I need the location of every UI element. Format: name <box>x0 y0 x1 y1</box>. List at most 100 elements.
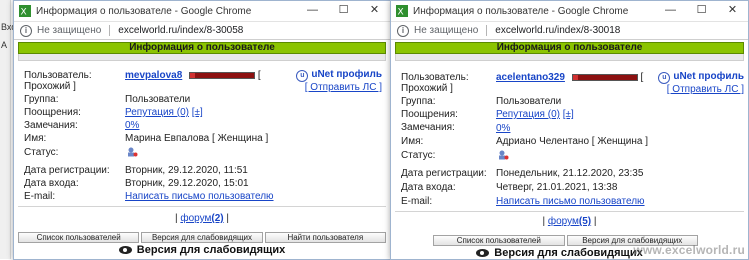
label-email: E-mail: <box>401 196 433 207</box>
low-vision-label: Версия для слабовидящих <box>494 247 643 259</box>
reputation-change-link[interactable]: [±] <box>563 109 574 120</box>
divider <box>395 211 744 212</box>
name-value: Марина Евпалова [ Женщина ] <box>125 133 269 144</box>
send-pm-link[interactable]: [ Отправить ЛС ] <box>667 84 744 95</box>
label-group: Группа: <box>401 96 436 107</box>
popup-window-1: X Информация о пользователе - Google Chr… <box>13 0 391 260</box>
label-user: Пользователь: <box>401 72 469 83</box>
close-button[interactable]: ✕ <box>359 1 390 21</box>
window-title: Информация о пользователе - Google Chrom… <box>413 5 629 17</box>
forum-count: (2) <box>211 213 224 224</box>
title-bar[interactable]: X Информация о пользователе - Google Chr… <box>14 1 390 21</box>
reputation-link[interactable]: Репутация (0) <box>125 107 189 118</box>
maximize-button[interactable]: ☐ <box>328 1 359 21</box>
forum-label: форум <box>180 213 212 224</box>
unet-label: uNet профиль <box>311 69 382 80</box>
label-remarks: Замечания: <box>24 120 78 131</box>
page-favicon-icon: X <box>396 5 408 17</box>
group-value: Пользователи <box>496 96 562 107</box>
button-row: Список пользователей Версия для слабовид… <box>18 232 386 243</box>
page-content: Информация о пользователе Пользователь: … <box>391 40 748 259</box>
group-value: Пользователи <box>125 94 191 105</box>
forum-count: (5) <box>578 216 592 227</box>
forum-link-row: | форум(2) | <box>14 213 390 224</box>
globe-icon: u <box>658 72 671 84</box>
remarks-link[interactable]: 0% <box>496 123 510 134</box>
name-value: Адриано Челентано [ Женщина ] <box>496 136 648 147</box>
forum-separator: | <box>593 216 597 227</box>
user-list-button[interactable]: Список пользователей <box>433 235 565 246</box>
forum-link[interactable]: форум(2) <box>180 213 223 224</box>
logindate-value: Вторник, 29.12.2020, 15:01 <box>125 178 249 189</box>
find-user-button[interactable]: Найти пользователя <box>264 232 386 243</box>
user-value: mevpalova8 [ <box>125 70 261 81</box>
forum-separator: | <box>226 213 230 224</box>
user-list-button[interactable]: Список пользователей <box>18 232 140 243</box>
forum-link[interactable]: форум(5) <box>548 216 591 227</box>
divider <box>18 206 386 207</box>
email-link[interactable]: Написать письмо пользователю <box>496 196 645 207</box>
unet-label: uNet профиль <box>673 71 744 82</box>
logindate-value: Четверг, 21.01.2021, 13:38 <box>496 182 618 193</box>
nickname-link[interactable]: mevpalova8 <box>125 70 182 81</box>
label-status: Статус: <box>401 150 436 161</box>
user-status-icon <box>499 150 509 160</box>
profile-header: Информация о пользователе <box>395 42 744 54</box>
label-status: Статус: <box>24 147 59 158</box>
label-prohozhiy: Прохожий ] <box>401 83 453 94</box>
label-name: Имя: <box>24 133 47 144</box>
forum-separator: | <box>174 213 178 224</box>
label-rewards: Поощрения: <box>24 107 81 118</box>
divider <box>109 25 111 36</box>
security-status: Не защищено <box>37 25 102 36</box>
address-bar[interactable]: i Не защищено excelworld.ru/index/8-3001… <box>391 21 748 40</box>
nickname-link[interactable]: acelentano329 <box>496 72 565 83</box>
reputation-bar <box>571 73 638 81</box>
maximize-button[interactable]: ☐ <box>686 1 717 21</box>
label-prohozhiy: Прохожий ] <box>24 81 76 92</box>
svg-text:X: X <box>398 8 404 18</box>
header-underline <box>395 54 744 61</box>
label-logindate: Дата входа: <box>401 182 456 193</box>
url-text[interactable]: excelworld.ru/index/8-30018 <box>495 25 620 36</box>
low-vision-label: Версия для слабовидящих <box>136 244 286 256</box>
unet-profile-link[interactable]: u uNet профиль <box>296 69 382 82</box>
label-name: Имя: <box>401 136 424 147</box>
globe-icon: u <box>296 70 309 82</box>
send-pm-link[interactable]: [ Отправить ЛС ] <box>305 82 382 93</box>
label-rewards: Поощрения: <box>401 109 458 120</box>
low-vision-button[interactable]: Версия для слабовидящих <box>141 232 263 243</box>
low-vision-link[interactable]: Версия для слабовидящих <box>14 244 390 256</box>
label-user: Пользователь: <box>24 70 92 81</box>
page-content: Информация о пользователе Пользователь: … <box>14 40 390 259</box>
eye-icon <box>476 249 490 258</box>
user-status-icon <box>128 147 138 157</box>
page-favicon-icon: X <box>19 5 31 17</box>
info-icon[interactable]: i <box>397 24 409 37</box>
label-email: E-mail: <box>24 191 56 202</box>
bracket-open: [ <box>257 70 261 81</box>
watermark: www.excelworld.ru <box>633 243 745 257</box>
forum-label: форум <box>547 216 579 227</box>
label-remarks: Замечания: <box>401 122 455 133</box>
title-bar[interactable]: X Информация о пользователе - Google Chr… <box>391 1 748 21</box>
reputation-link[interactable]: Репутация (0) <box>496 109 560 120</box>
reputation-bar <box>189 71 256 79</box>
divider <box>486 25 488 36</box>
minimize-button[interactable]: — <box>297 1 328 21</box>
email-link[interactable]: Написать письмо пользователю <box>125 191 274 202</box>
address-bar[interactable]: i Не защищено excelworld.ru/index/8-3005… <box>14 21 390 40</box>
close-button[interactable]: ✕ <box>717 1 748 21</box>
bracket-open: [ <box>640 72 644 83</box>
remarks-link[interactable]: 0% <box>125 120 139 131</box>
url-text[interactable]: excelworld.ru/index/8-30058 <box>118 25 243 36</box>
label-logindate: Дата входа: <box>24 178 79 189</box>
label-group: Группа: <box>24 94 59 105</box>
rewards-value: Репутация (0) [±] <box>496 109 574 120</box>
info-icon[interactable]: i <box>20 24 32 37</box>
unet-profile-link[interactable]: u uNet профиль <box>658 71 744 84</box>
reputation-change-link[interactable]: [±] <box>192 107 203 118</box>
minimize-button[interactable]: — <box>655 1 686 21</box>
forum-separator: | <box>542 216 546 227</box>
svg-text:X: X <box>21 8 27 18</box>
